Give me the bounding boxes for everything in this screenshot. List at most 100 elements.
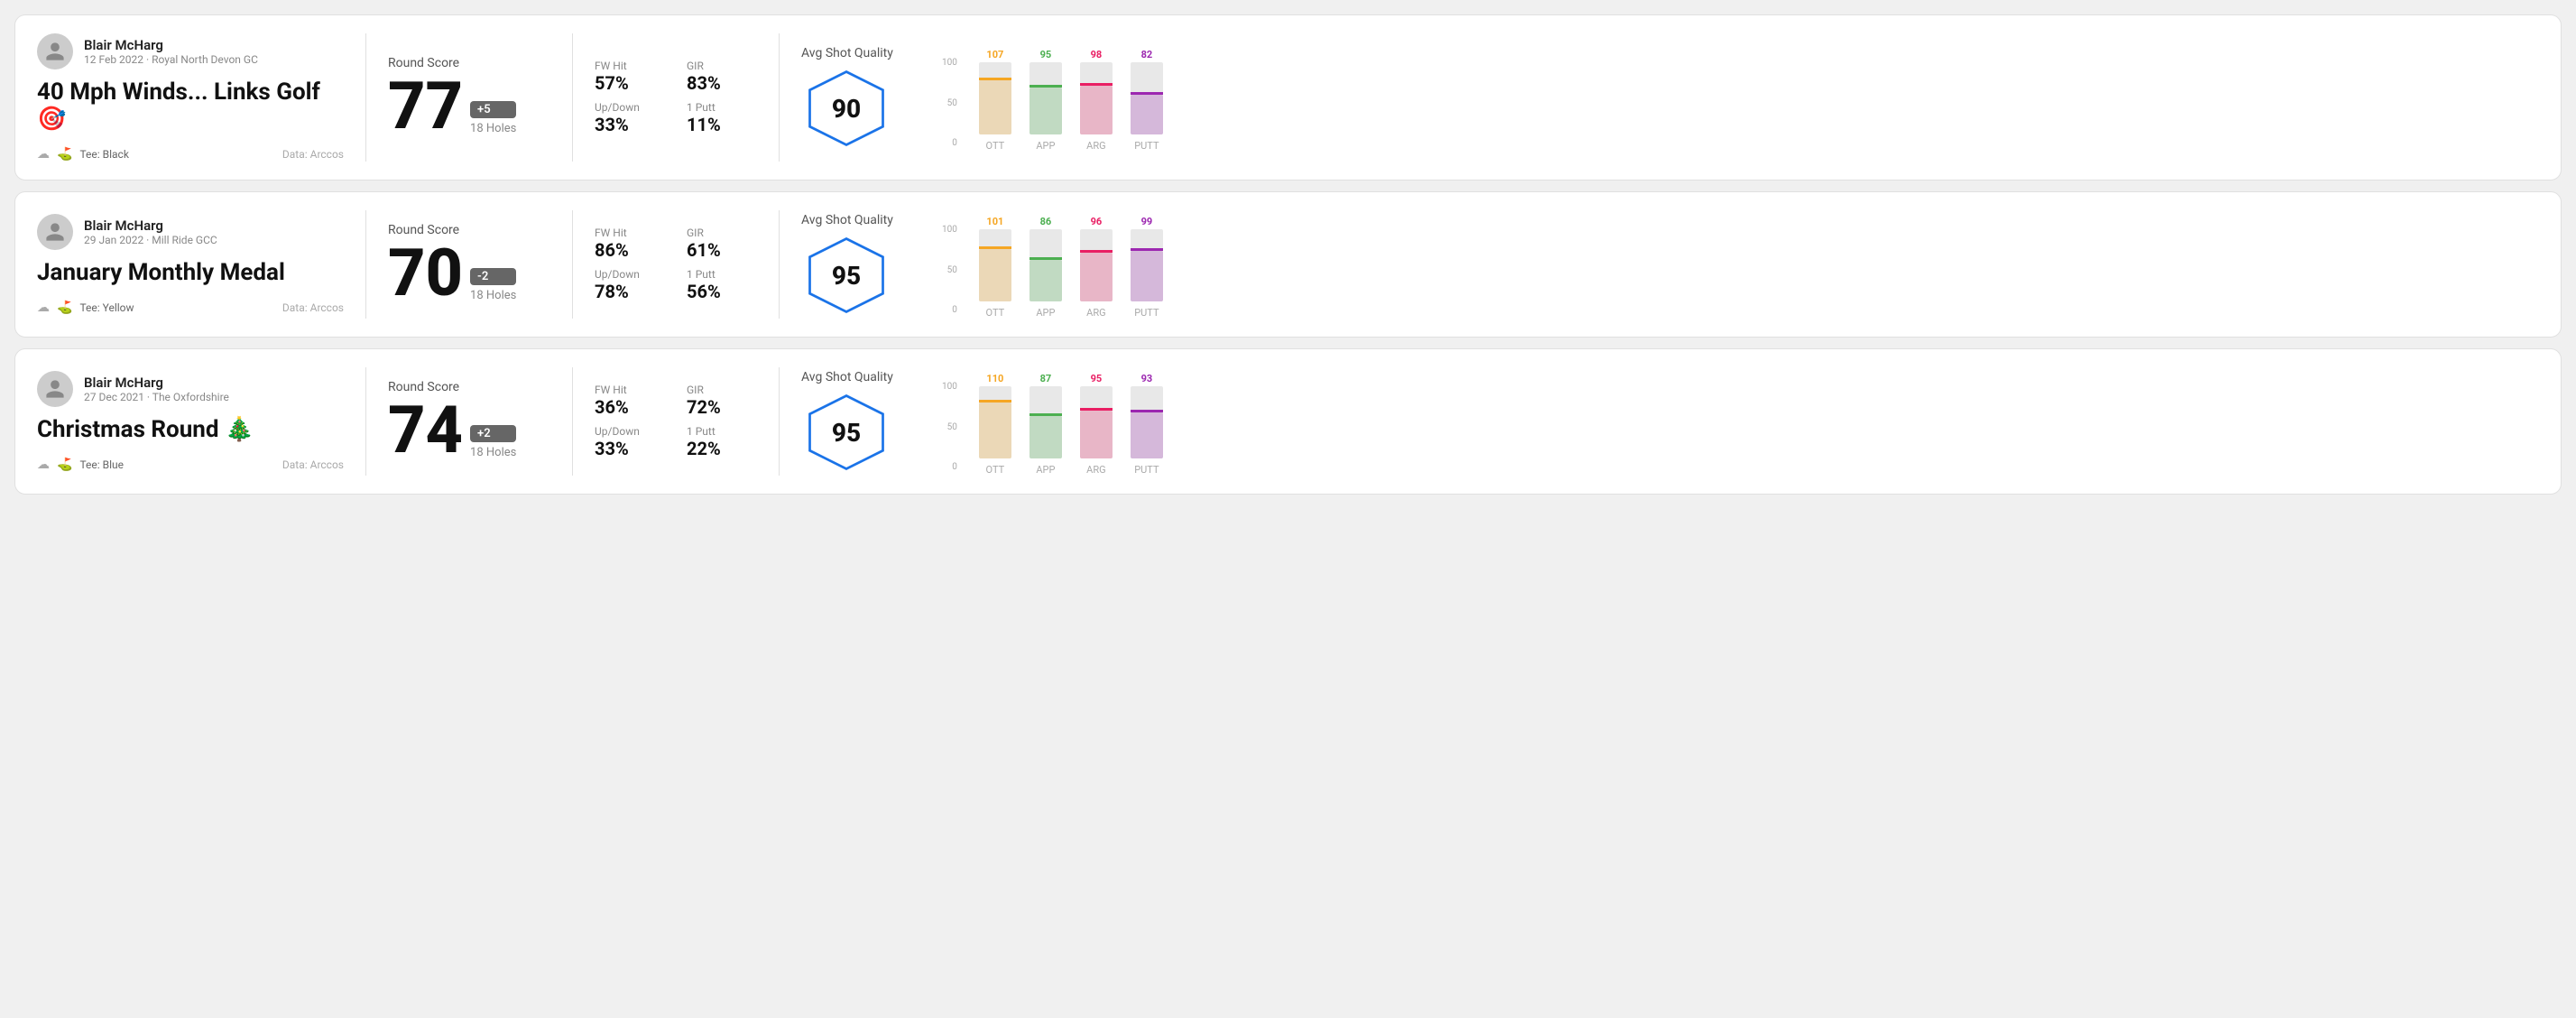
bar-label-putt: PUTT — [1134, 464, 1159, 476]
left-section: Blair McHarg27 Dec 2021 · The Oxfordshir… — [37, 371, 344, 472]
stat-oneputt: 1 Putt 22% — [687, 425, 757, 459]
weather-icon: ☁ — [37, 301, 50, 315]
score-main: 70-218 Holes — [388, 241, 550, 306]
bar-label-ott: OTT — [986, 140, 1005, 152]
bar-value-putt: 99 — [1141, 216, 1153, 227]
stat-fw-hit: FW Hit 57% — [595, 60, 665, 94]
score-number: 70 — [388, 241, 463, 306]
divider-2 — [572, 210, 573, 319]
left-section: Blair McHarg12 Feb 2022 · Royal North De… — [37, 33, 344, 162]
bar-line-arg — [1080, 408, 1113, 411]
bar-wrapper-ott — [979, 62, 1011, 134]
stat-gir: GIR 72% — [687, 384, 757, 418]
user-row: Blair McHarg27 Dec 2021 · The Oxfordshir… — [37, 371, 344, 407]
divider-2 — [572, 367, 573, 476]
bar-fill-arg — [1080, 86, 1113, 134]
bar-label-app: APP — [1036, 307, 1055, 319]
y-label-50: 50 — [942, 422, 957, 432]
quality-label: Avg Shot Quality — [801, 46, 893, 60]
bar-value-ott: 110 — [986, 373, 1003, 384]
bar-value-app: 87 — [1040, 373, 1052, 384]
round-card-2[interactable]: Blair McHarg29 Jan 2022 · Mill Ride GCC J… — [14, 191, 2562, 338]
round-card-1[interactable]: Blair McHarg12 Feb 2022 · Royal North De… — [14, 14, 2562, 180]
quality-label: Avg Shot Quality — [801, 213, 893, 227]
stat-value-fw-hit: 36% — [595, 396, 665, 418]
bar-label-app: APP — [1036, 140, 1055, 152]
bar-value-putt: 93 — [1141, 373, 1153, 384]
tee-info: ☁ ⛳ Tee: Black — [37, 147, 129, 162]
tee-info: ☁ ⛳ Tee: Blue — [37, 458, 124, 472]
round-title: Christmas Round 🎄 — [37, 416, 344, 443]
score-holes: 18 Holes — [470, 446, 516, 459]
weather-icon: ☁ — [37, 147, 50, 162]
score-number: 77 — [388, 74, 463, 139]
bar-label-arg: ARG — [1086, 140, 1105, 152]
bar-group-ott: 110 OTT — [979, 373, 1011, 476]
stat-label-fw-hit: FW Hit — [595, 227, 665, 239]
round-title: January Monthly Medal — [37, 259, 344, 286]
stat-label-fw-hit: FW Hit — [595, 60, 665, 72]
y-label-0: 0 — [942, 462, 957, 472]
tee-info: ☁ ⛳ Tee: Yellow — [37, 301, 134, 315]
bar-group-app: 95APP — [1029, 49, 1062, 152]
bar-line-putt — [1131, 248, 1163, 251]
avatar — [37, 33, 73, 69]
bar-line-putt — [1131, 410, 1163, 412]
stat-label-fw-hit: FW Hit — [595, 384, 665, 396]
stat-gir: GIR 61% — [687, 227, 757, 261]
user-info: Blair McHarg12 Feb 2022 · Royal North De… — [84, 37, 258, 66]
bar-wrapper-putt — [1131, 386, 1163, 458]
chart-section: 100 50 0 110OTT87APP95ARG93PUTT — [928, 367, 2539, 476]
quality-label: Avg Shot Quality — [801, 370, 893, 384]
bar-group-app: 87 APP — [1029, 373, 1062, 476]
bar-wrapper-putt — [1131, 62, 1163, 134]
data-source: Data: Arccos — [282, 458, 344, 471]
data-source: Data: Arccos — [282, 301, 344, 314]
bar-wrapper-app — [1029, 62, 1062, 134]
bar-value-ott: 107 — [986, 49, 1003, 60]
stat-value-gir: 83% — [687, 72, 757, 94]
bar-fill-ott — [979, 249, 1011, 301]
bar-label-ott: OTT — [986, 464, 1005, 476]
bar-wrapper-arg — [1080, 229, 1113, 301]
round-card-3[interactable]: Blair McHarg27 Dec 2021 · The Oxfordshir… — [14, 348, 2562, 495]
data-source: Data: Arccos — [282, 148, 344, 161]
user-date: 27 Dec 2021 · The Oxfordshire — [84, 391, 229, 403]
bar-group-arg: 98ARG — [1080, 49, 1113, 152]
stat-label-oneputt: 1 Putt — [687, 268, 757, 281]
hexagon-container: 95 — [801, 392, 891, 473]
score-badge: -2 — [470, 268, 516, 285]
stat-label-updown: Up/Down — [595, 425, 665, 438]
bar-line-arg — [1080, 83, 1113, 86]
bar-fill-app — [1029, 88, 1062, 134]
bar-label-app: APP — [1036, 464, 1055, 476]
round-title: 40 Mph Winds... Links Golf 🎯 — [37, 79, 344, 133]
chart-section: 100 50 0 107OTT95APP98ARG82PUTT — [928, 43, 2539, 152]
bar-line-app — [1029, 257, 1062, 260]
stat-value-gir: 72% — [687, 396, 757, 418]
divider-3 — [779, 367, 780, 476]
score-number: 74 — [388, 398, 463, 463]
quality-section: Avg Shot Quality 95 — [801, 370, 928, 473]
bar-fill-putt — [1131, 412, 1163, 458]
y-label-50: 50 — [942, 98, 957, 108]
stats-section: FW Hit 36% GIR 72% Up/Down 33% 1 Putt 22… — [595, 384, 757, 459]
bag-icon: ⛳ — [57, 147, 72, 162]
bar-group-arg: 96ARG — [1080, 216, 1113, 319]
user-row: Blair McHarg29 Jan 2022 · Mill Ride GCC — [37, 214, 344, 250]
tee-label: Tee: Yellow — [79, 301, 134, 314]
stat-label-oneputt: 1 Putt — [687, 425, 757, 438]
bar-wrapper-app — [1029, 386, 1062, 458]
stat-value-updown: 78% — [595, 281, 665, 302]
bar-fill-app — [1029, 416, 1062, 458]
stat-value-fw-hit: 57% — [595, 72, 665, 94]
stat-oneputt: 1 Putt 56% — [687, 268, 757, 302]
user-date: 29 Jan 2022 · Mill Ride GCC — [84, 234, 217, 246]
bar-label-arg: ARG — [1086, 307, 1105, 319]
bar-label-putt: PUTT — [1134, 140, 1159, 152]
score-holes: 18 Holes — [470, 122, 516, 135]
bar-label-ott: OTT — [986, 307, 1005, 319]
stats-grid: FW Hit 86% GIR 61% Up/Down 78% 1 Putt 56… — [595, 227, 757, 302]
bar-value-ott: 101 — [986, 216, 1003, 227]
bar-label-arg: ARG — [1086, 464, 1105, 476]
